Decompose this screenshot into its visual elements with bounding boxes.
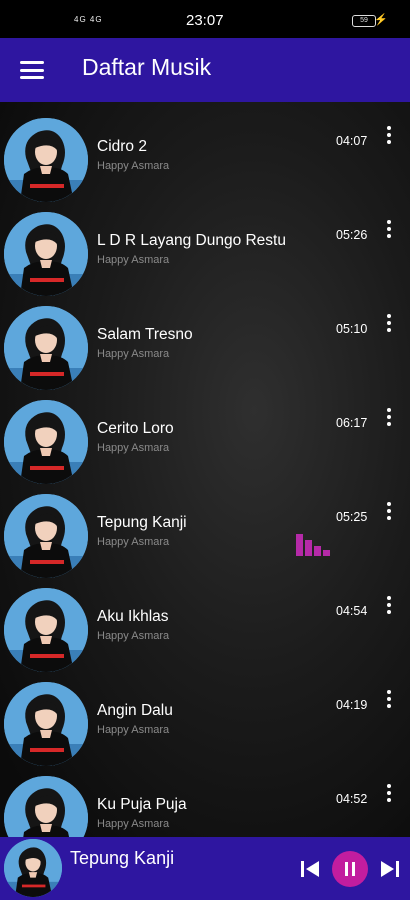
album-art (4, 400, 88, 484)
status-time: 23:07 (186, 12, 224, 29)
song-artist: Happy Asmara (97, 160, 170, 172)
more-options-icon[interactable] (382, 690, 396, 712)
album-art (4, 588, 88, 672)
album-art (4, 306, 88, 390)
now-playing-bar[interactable]: Tepung Kanji (0, 837, 410, 900)
page-title: Daftar Musik (82, 54, 212, 80)
list-item[interactable]: Tepung Kanji Happy Asmara 05:25 (0, 478, 410, 578)
song-duration: 05:10 (336, 322, 368, 336)
more-options-icon[interactable] (382, 596, 396, 618)
song-list[interactable]: Cidro 2 Happy Asmara 04:07 L D R Layang … (0, 102, 410, 837)
song-artist: Happy Asmara (97, 724, 170, 736)
album-art (4, 494, 88, 578)
song-duration: 04:54 (336, 604, 368, 618)
app-bar: Daftar Musik (0, 38, 410, 102)
more-options-icon[interactable] (382, 502, 396, 524)
list-item[interactable]: L D R Layang Dungo Restu Happy Asmara 05… (0, 196, 410, 296)
song-duration: 05:25 (336, 510, 368, 524)
album-art (4, 682, 88, 766)
album-art (4, 118, 88, 202)
now-playing-title: Tepung Kanji (70, 848, 175, 868)
pause-button[interactable] (332, 851, 368, 887)
song-artist: Happy Asmara (97, 818, 170, 830)
status-bar: 4G 4G 23:07 59 ⚡ (0, 0, 410, 38)
song-title: Ku Puja Puja (97, 796, 187, 813)
signal-icon: 4G 4G (74, 15, 103, 24)
album-art (4, 212, 88, 296)
song-artist: Happy Asmara (97, 348, 170, 360)
song-duration: 04:07 (336, 134, 368, 148)
more-options-icon[interactable] (382, 314, 396, 336)
list-item[interactable]: Salam Tresno Happy Asmara 05:10 (0, 290, 410, 390)
song-duration: 04:19 (336, 698, 368, 712)
song-title: Cidro 2 (97, 138, 147, 155)
menu-icon[interactable] (20, 61, 44, 79)
song-title: L D R Layang Dungo Restu (97, 232, 286, 249)
song-duration: 06:17 (336, 416, 368, 430)
song-artist: Happy Asmara (97, 254, 170, 266)
more-options-icon[interactable] (382, 408, 396, 430)
song-title: Angin Dalu (97, 702, 173, 719)
battery-icon: 59 (352, 15, 376, 27)
song-title: Aku Ikhlas (97, 608, 169, 625)
now-playing-art (4, 839, 62, 897)
charging-icon: ⚡ (374, 14, 388, 26)
song-artist: Happy Asmara (97, 442, 170, 454)
song-artist: Happy Asmara (97, 536, 170, 548)
list-item[interactable]: Angin Dalu Happy Asmara 04:19 (0, 666, 410, 766)
more-options-icon[interactable] (382, 220, 396, 242)
song-artist: Happy Asmara (97, 630, 170, 642)
song-duration: 04:52 (336, 792, 368, 806)
album-art (4, 776, 88, 837)
list-item[interactable]: Cerito Loro Happy Asmara 06:17 (0, 384, 410, 484)
list-item[interactable]: Ku Puja Puja Happy Asmara 04:52 (0, 760, 410, 837)
more-options-icon[interactable] (382, 784, 396, 806)
more-options-icon[interactable] (382, 126, 396, 148)
list-item[interactable]: Aku Ikhlas Happy Asmara 04:54 (0, 572, 410, 672)
song-duration: 05:26 (336, 228, 368, 242)
song-title: Cerito Loro (97, 420, 174, 437)
next-icon[interactable] (380, 859, 400, 879)
song-title: Salam Tresno (97, 326, 193, 343)
equalizer-icon (296, 534, 330, 556)
song-title: Tepung Kanji (97, 514, 187, 531)
list-item[interactable]: Cidro 2 Happy Asmara 04:07 (0, 102, 410, 202)
previous-icon[interactable] (300, 859, 320, 879)
